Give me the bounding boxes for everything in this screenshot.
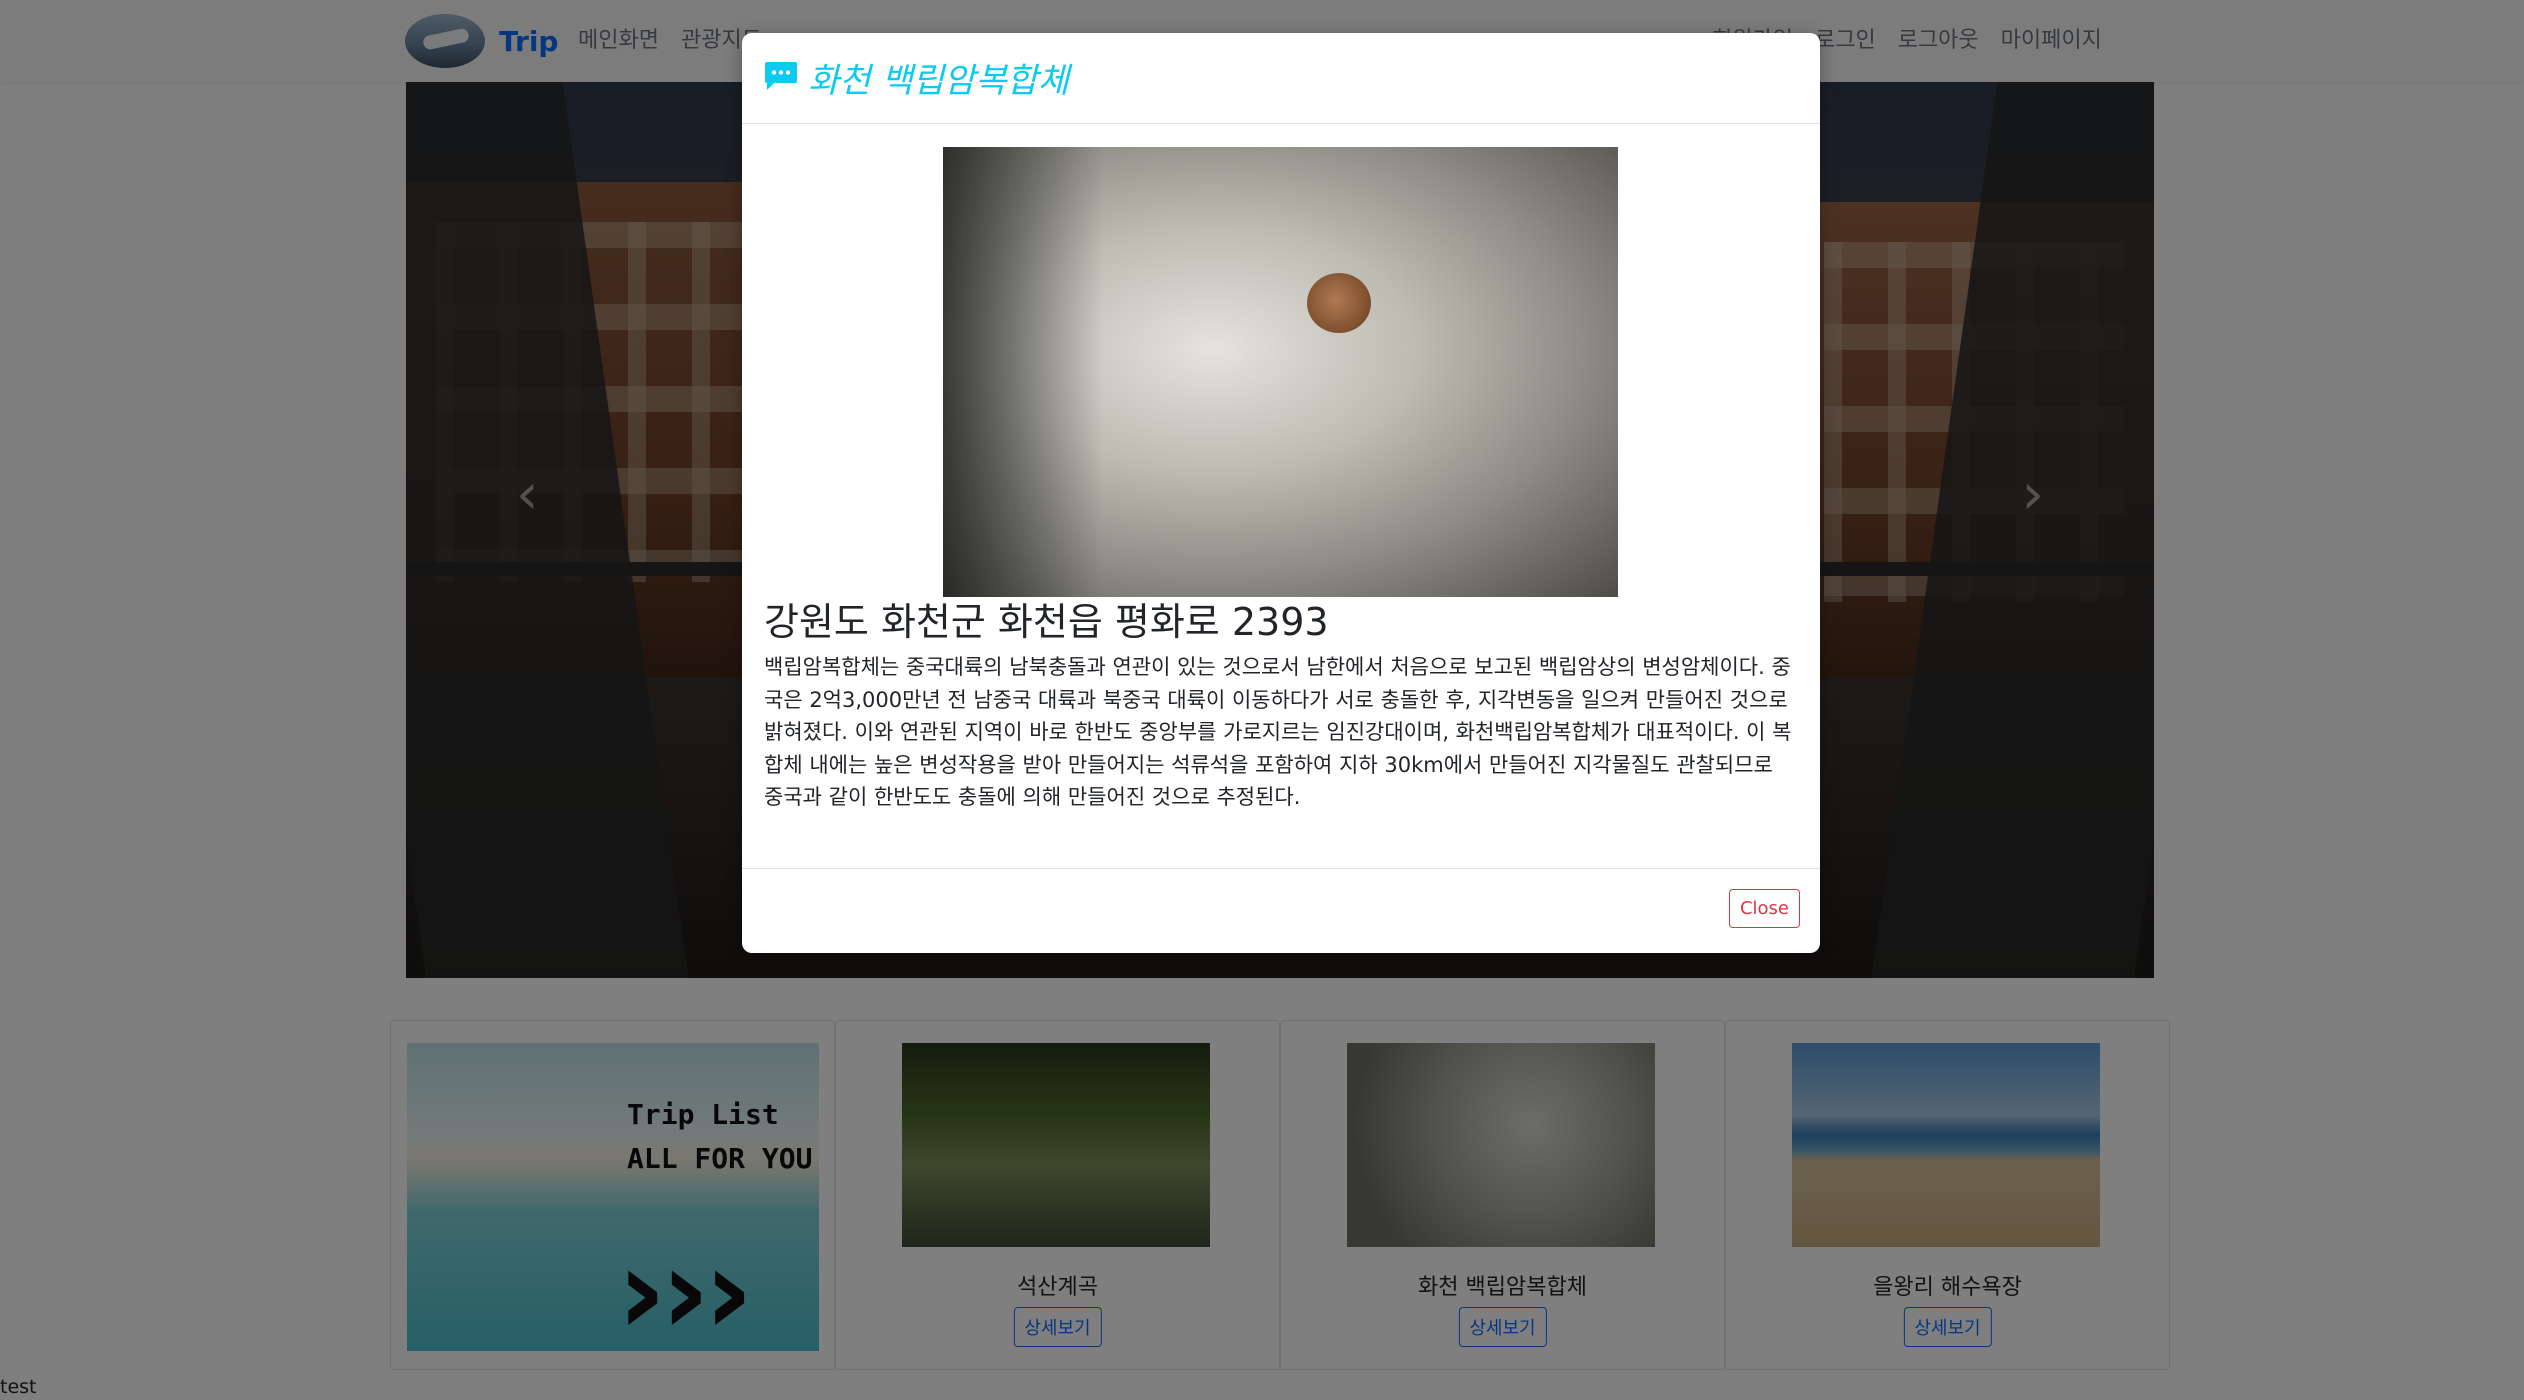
- modal-description: 백립암복합체는 중국대륙의 남북충돌과 연관이 있는 것으로서 남한에서 처음으…: [764, 655, 1792, 809]
- chat-dots-icon: [765, 62, 797, 90]
- close-button[interactable]: Close: [1728, 889, 1800, 928]
- modal-address: 강원도 화천군 화천읍 평화로 2393: [764, 600, 1329, 644]
- modal-title: 화천 백립암복합체: [808, 61, 1070, 101]
- modal-footer: Close: [742, 868, 1820, 953]
- detail-modal: 화천 백립암복합체 강원도 화천군 화천읍 평화로 2393 백립암복합체는 중…: [742, 33, 1820, 953]
- modal-photo: [943, 147, 1618, 597]
- coin-in-photo: [1307, 273, 1371, 333]
- modal-header: 화천 백립암복합체: [742, 33, 1820, 124]
